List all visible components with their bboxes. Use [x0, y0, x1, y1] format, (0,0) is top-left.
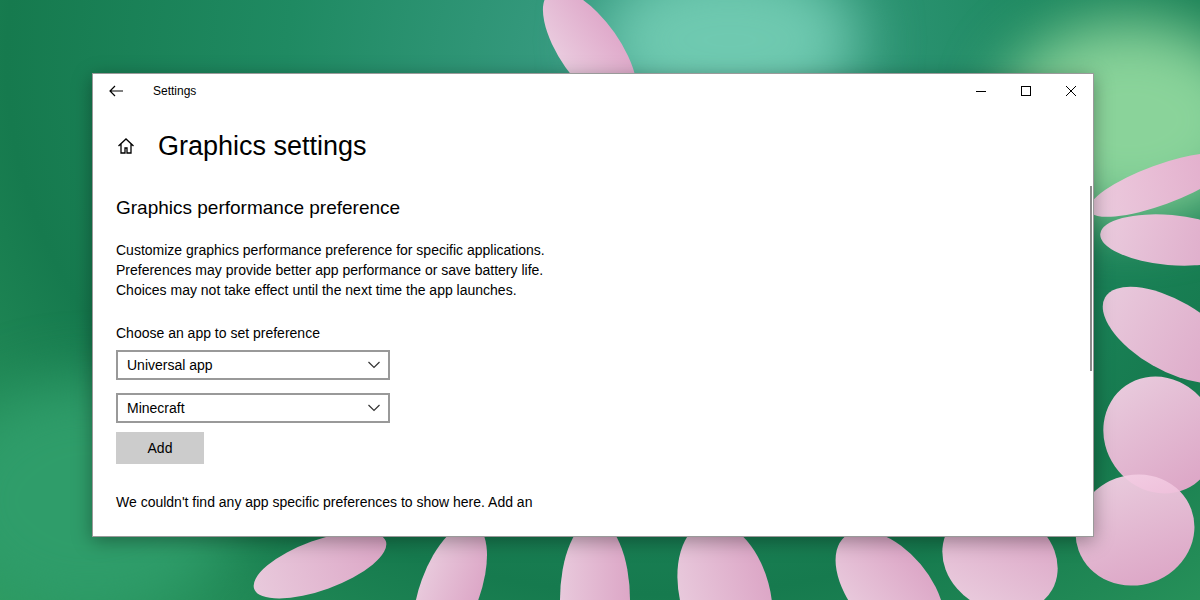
home-icon [117, 137, 135, 155]
settings-content: Graphics settings Graphics performance pr… [93, 107, 1093, 512]
maximize-button[interactable] [1003, 74, 1048, 107]
scrollbar[interactable] [1090, 186, 1092, 371]
close-button[interactable] [1048, 74, 1093, 107]
chevron-down-icon [368, 361, 380, 369]
back-button[interactable] [93, 74, 139, 107]
minimize-button[interactable] [958, 74, 1003, 107]
back-arrow-icon [108, 83, 124, 99]
app-dropdown[interactable]: Minecraft [116, 393, 390, 423]
maximize-icon [1021, 86, 1031, 96]
home-button[interactable] [117, 137, 137, 155]
dropdown-value: Minecraft [127, 400, 185, 416]
window-title: Settings [153, 84, 958, 98]
page-title: Graphics settings [158, 128, 367, 164]
choose-app-label: Choose an app to set preference [116, 323, 1093, 343]
dropdown-value: Universal app [127, 357, 213, 373]
page-header: Graphics settings [116, 128, 1093, 164]
chevron-down-icon [368, 404, 380, 412]
title-bar: Settings [93, 74, 1093, 107]
app-dropdown[interactable]: Universal app [116, 350, 390, 380]
minimize-icon [976, 86, 986, 96]
section-description: Customize graphics performance preferenc… [116, 240, 566, 300]
close-icon [1066, 86, 1076, 96]
add-button[interactable]: Add [116, 432, 204, 464]
desktop-wallpaper: Settings Graphics settings Graphics perfor… [0, 0, 1200, 600]
empty-message: We couldn't find any app specific prefer… [116, 492, 1093, 512]
section-title: Graphics performance preference [116, 194, 1093, 222]
settings-window: Settings Graphics settings Graphics perfor… [92, 73, 1094, 537]
